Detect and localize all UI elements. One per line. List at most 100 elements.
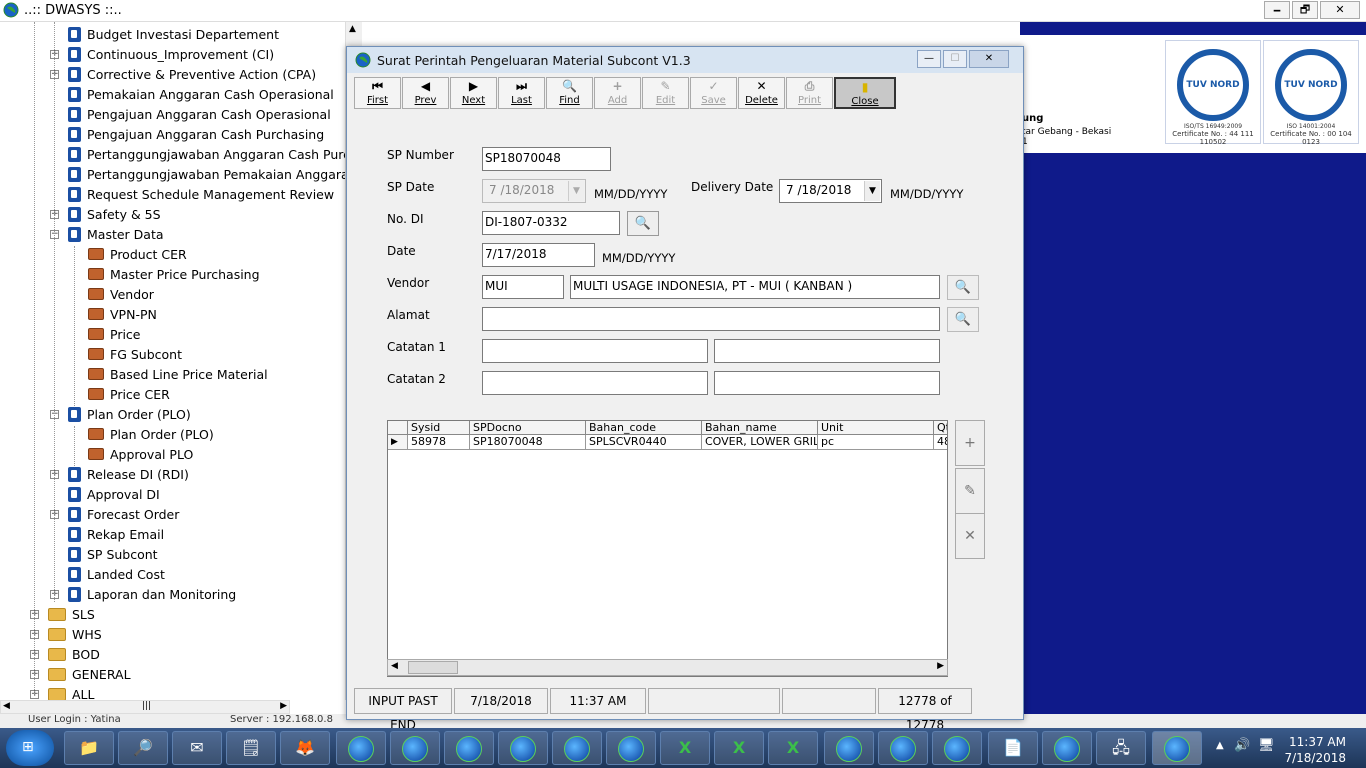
- notes-task[interactable]: 🗒: [226, 731, 276, 765]
- grid-column-header[interactable]: Unit: [818, 421, 934, 435]
- volume-icon[interactable]: 🔊: [1234, 738, 1250, 753]
- dwasys-task[interactable]: [878, 731, 928, 765]
- tree-item[interactable]: Laporan dan Monitoring: [68, 584, 236, 604]
- tree-item[interactable]: FG Subcont: [88, 344, 182, 364]
- grid-column-header[interactable]: SPDocno: [470, 421, 586, 435]
- dialog-maximize-button[interactable]: ☐: [943, 50, 967, 68]
- chevron-down-icon[interactable]: ▼: [864, 181, 880, 201]
- delete-button[interactable]: ✕ Delete: [738, 77, 785, 109]
- tree-item[interactable]: Landed Cost: [68, 564, 165, 584]
- scroll-left-icon[interactable]: ◀: [391, 661, 398, 671]
- catatan1-field-b[interactable]: [714, 339, 940, 363]
- tree-item[interactable]: Approval PLO: [88, 444, 193, 464]
- find-button[interactable]: 🔍 Find: [546, 77, 593, 109]
- dwasys-task[interactable]: [444, 731, 494, 765]
- vendor-name-field[interactable]: MULTI USAGE INDONESIA, PT - MUI ( KANBAN…: [570, 275, 940, 299]
- tree-item[interactable]: Corrective & Preventive Action (CPA): [68, 64, 316, 84]
- date-field[interactable]: 7/17/2018: [482, 243, 595, 267]
- scroll-up-icon[interactable]: ▲: [349, 24, 356, 34]
- dialog-titlebar[interactable]: Surat Perintah Pengeluaran Material Subc…: [347, 47, 1023, 73]
- grid-column-header[interactable]: Qt: [934, 421, 947, 435]
- network-app-task[interactable]: 🖧: [1096, 731, 1146, 765]
- tree-item[interactable]: Price CER: [88, 384, 170, 404]
- grid-cell[interactable]: 58978: [408, 435, 470, 450]
- last-button[interactable]: ⏭ Last: [498, 77, 545, 109]
- tree-item[interactable]: Request Schedule Management Review: [68, 184, 334, 204]
- tree-horizontal-scrollbar[interactable]: ◀ ||| ▶: [0, 700, 290, 714]
- tree-item[interactable]: Pertanggungjawaban Anggaran Cash Purchas…: [68, 144, 361, 164]
- tree-item[interactable]: SLS: [48, 604, 95, 624]
- dialog-minimize-button[interactable]: —: [917, 50, 941, 68]
- notepad-task[interactable]: 📄: [988, 731, 1038, 765]
- grid-cell[interactable]: 48: [934, 435, 947, 450]
- tree-item[interactable]: BOD: [48, 644, 100, 664]
- tree-item[interactable]: Product CER: [88, 244, 187, 264]
- sp-date-picker[interactable]: 7 /18/2018 ▼: [482, 179, 586, 203]
- catatan2-field-b[interactable]: [714, 371, 940, 395]
- sp-number-field[interactable]: SP18070048: [482, 147, 611, 171]
- delivery-date-picker[interactable]: 7 /18/2018 ▼: [779, 179, 882, 203]
- tree-item[interactable]: Approval DI: [68, 484, 160, 504]
- first-button[interactable]: ⏮ First: [354, 77, 401, 109]
- grid-cell[interactable]: SPLSCVR0440: [586, 435, 702, 450]
- detail-grid[interactable]: SysidSPDocnoBahan_codeBahan_nameUnitQt▶5…: [387, 420, 948, 677]
- scroll-right-icon[interactable]: ▶: [937, 661, 944, 671]
- catatan2-field-a[interactable]: [482, 371, 708, 395]
- explorer-task[interactable]: 📁: [64, 731, 114, 765]
- vendor-code-field[interactable]: MUI: [482, 275, 564, 299]
- tree-item[interactable]: Pengajuan Anggaran Cash Purchasing: [68, 124, 324, 144]
- dwasys-task[interactable]: [1042, 731, 1092, 765]
- tree-item[interactable]: Rekap Email: [68, 524, 164, 544]
- dwasys-task[interactable]: [390, 731, 440, 765]
- tree-item[interactable]: Forecast Order: [68, 504, 179, 524]
- restore-button[interactable]: 🗗: [1292, 1, 1318, 19]
- tree-item[interactable]: WHS: [48, 624, 102, 644]
- grid-horizontal-scrollbar[interactable]: ◀ ▶: [387, 659, 948, 676]
- excel-task[interactable]: X: [714, 731, 764, 765]
- excel-task[interactable]: X: [768, 731, 818, 765]
- scroll-thumb[interactable]: [408, 661, 458, 674]
- dwasys-task[interactable]: [932, 731, 982, 765]
- delete-row-button[interactable]: ✕: [955, 513, 985, 559]
- tree-item[interactable]: Plan Order (PLO): [68, 404, 191, 424]
- dialog-close-button[interactable]: ✕: [969, 50, 1009, 68]
- grid-cell[interactable]: pc: [818, 435, 934, 450]
- row-selector-icon[interactable]: ▶: [388, 435, 408, 450]
- tree-item[interactable]: Continuous_Improvement (CI): [68, 44, 274, 64]
- tree-item[interactable]: GENERAL: [48, 664, 131, 684]
- grid-cell[interactable]: COVER, LOWER GRILL: [702, 435, 818, 450]
- tree-item[interactable]: Release DI (RDI): [68, 464, 189, 484]
- scroll-right-icon[interactable]: ▶: [280, 701, 287, 711]
- excel-task[interactable]: X: [660, 731, 710, 765]
- tree-item[interactable]: Vendor: [88, 284, 154, 304]
- edit-row-button[interactable]: ✎: [955, 468, 985, 514]
- add-button[interactable]: + Add: [594, 77, 641, 109]
- scroll-left-icon[interactable]: ◀: [3, 701, 10, 711]
- no-di-field[interactable]: DI-1807-0332: [482, 211, 620, 235]
- search-di-button[interactable]: 🔍: [627, 211, 659, 236]
- add-row-button[interactable]: +: [955, 420, 985, 466]
- close-app-button[interactable]: ✕: [1320, 1, 1360, 19]
- dwasys-task[interactable]: [498, 731, 548, 765]
- scroll-thumb[interactable]: |||: [142, 701, 151, 711]
- tree-item[interactable]: Based Line Price Material: [88, 364, 268, 384]
- tree-item[interactable]: VPN-PN: [88, 304, 157, 324]
- search-vendor-button[interactable]: 🔍: [947, 275, 979, 300]
- firefox-task[interactable]: 🦊: [280, 731, 330, 765]
- search-task[interactable]: 🔎: [118, 731, 168, 765]
- prev-button[interactable]: ◀ Prev: [402, 77, 449, 109]
- tree-item[interactable]: Safety & 5S: [68, 204, 161, 224]
- tree-item[interactable]: Master Price Purchasing: [88, 264, 260, 284]
- tree-item[interactable]: Budget Investasi Departement: [68, 24, 279, 44]
- tray-expand-icon[interactable]: ▲: [1216, 740, 1224, 751]
- tree-item[interactable]: Plan Order (PLO): [88, 424, 214, 444]
- dwasys-task[interactable]: [824, 731, 874, 765]
- next-button[interactable]: ▶ Next: [450, 77, 497, 109]
- chevron-down-icon[interactable]: ▼: [568, 181, 584, 201]
- dwasys-task[interactable]: [606, 731, 656, 765]
- grid-column-header[interactable]: Bahan_code: [586, 421, 702, 435]
- grid-column-header[interactable]: Sysid: [408, 421, 470, 435]
- tree-item[interactable]: Pertanggungjawaban Pemakaian Anggaran Ca…: [68, 164, 361, 184]
- print-button[interactable]: ⎙ Print: [786, 77, 833, 109]
- tree-item[interactable]: Pemakaian Anggaran Cash Operasional: [68, 84, 334, 104]
